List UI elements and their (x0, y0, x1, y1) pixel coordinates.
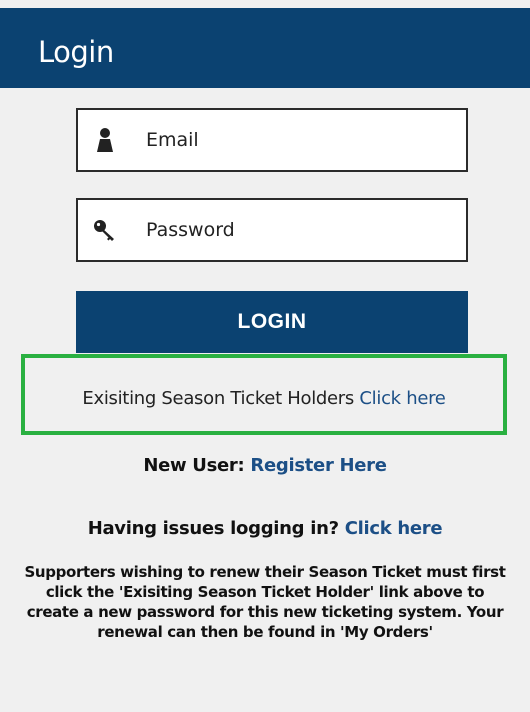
email-input[interactable] (146, 124, 446, 156)
key-icon (92, 217, 118, 243)
new-user-label: New User: (143, 455, 245, 476)
login-issues-link[interactable]: Click here (345, 518, 443, 539)
info-line: Supporters wishing to renew their Season… (24, 563, 506, 581)
new-user-line: New User: Register Here (0, 455, 530, 476)
header-bar: Login (0, 8, 530, 88)
register-link[interactable]: Register Here (250, 455, 387, 476)
login-issues-label: Having issues logging in? (87, 518, 339, 539)
email-field-container[interactable] (76, 108, 468, 172)
password-field-container[interactable] (76, 198, 468, 262)
user-icon (92, 127, 118, 153)
login-issues-line: Having issues logging in? Click here (0, 518, 530, 539)
season-ticket-box: Exisiting Season Ticket Holders Click he… (21, 354, 507, 435)
info-line: click the 'Exisiting Season Ticket Holde… (45, 583, 485, 601)
season-ticket-link[interactable]: Click here (359, 388, 445, 409)
password-input[interactable] (146, 214, 446, 246)
login-button[interactable]: LOGIN (76, 291, 468, 353)
login-page: Login LOGIN Exisiting Season Ticket Hold… (0, 0, 530, 712)
info-line: create a new password for this new ticke… (26, 603, 504, 621)
season-renewal-info: Supporters wishing to renew their Season… (0, 562, 530, 642)
page-title: Login (38, 35, 114, 69)
season-ticket-line: Exisiting Season Ticket Holders Click he… (82, 388, 445, 409)
season-ticket-text: Exisiting Season Ticket Holders (82, 388, 354, 409)
info-line: renewal can then be found in 'My Orders' (97, 623, 433, 641)
